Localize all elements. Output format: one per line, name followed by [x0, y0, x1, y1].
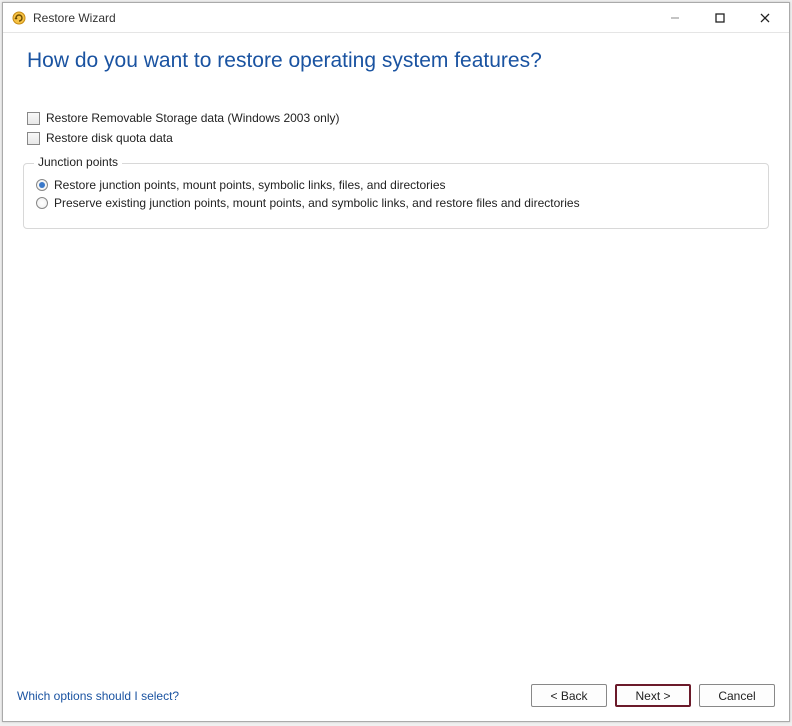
radio-restore-junction[interactable] — [36, 179, 48, 191]
page-title: How do you want to restore operating sys… — [27, 49, 771, 73]
back-button[interactable]: < Back — [531, 684, 607, 707]
cancel-button[interactable]: Cancel — [699, 684, 775, 707]
radio-label: Restore junction points, mount points, s… — [54, 178, 446, 192]
radio-row-preserve-junction: Preserve existing junction points, mount… — [36, 196, 756, 210]
group-legend: Junction points — [34, 155, 122, 169]
radio-label: Preserve existing junction points, mount… — [54, 196, 580, 210]
checkbox-disk-quota[interactable] — [27, 132, 40, 145]
restore-wizard-window: Restore Wizard How do you want to restor… — [2, 2, 790, 722]
minimize-button[interactable] — [652, 4, 697, 32]
checkbox-label: Restore disk quota data — [46, 131, 173, 145]
radio-row-restore-junction: Restore junction points, mount points, s… — [36, 178, 756, 192]
close-button[interactable] — [742, 4, 787, 32]
window-controls — [652, 4, 787, 32]
titlebar: Restore Wizard — [3, 3, 789, 33]
window-title: Restore Wizard — [33, 11, 652, 25]
wizard-content: How do you want to restore operating sys… — [3, 33, 789, 674]
next-button[interactable]: Next > — [615, 684, 691, 707]
junction-points-group: Junction points Restore junction points,… — [23, 163, 769, 229]
checkbox-row-diskquota: Restore disk quota data — [27, 131, 771, 145]
radio-preserve-junction[interactable] — [36, 197, 48, 209]
checkbox-label: Restore Removable Storage data (Windows … — [46, 111, 339, 125]
checkbox-row-removable: Restore Removable Storage data (Windows … — [27, 111, 771, 125]
maximize-button[interactable] — [697, 4, 742, 32]
app-icon — [11, 10, 27, 26]
wizard-footer: Which options should I select? < Back Ne… — [3, 674, 789, 721]
checkbox-removable-storage[interactable] — [27, 112, 40, 125]
help-link[interactable]: Which options should I select? — [17, 689, 179, 703]
